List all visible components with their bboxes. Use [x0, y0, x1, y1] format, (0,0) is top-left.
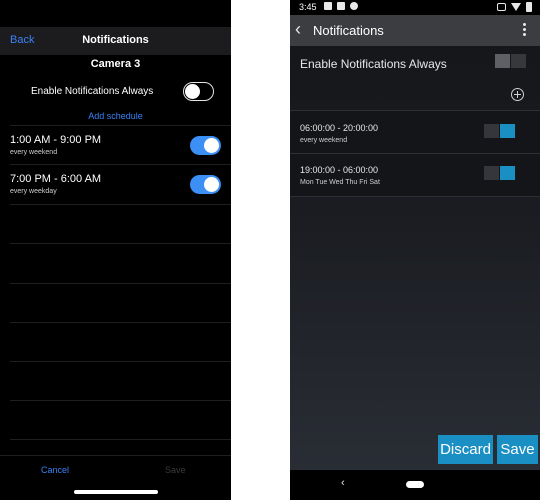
ios-toggle-knob	[185, 83, 200, 99]
row-divider	[10, 439, 231, 440]
ios-save-button[interactable]: Save	[165, 465, 186, 475]
android-navigation-bar: ‹	[290, 470, 540, 500]
toggle-segment	[495, 54, 510, 68]
status-bar: 3:45	[290, 0, 540, 15]
row-divider	[10, 204, 231, 205]
vibrate-icon	[497, 3, 506, 11]
ios-camera-name: Camera 3	[90, 58, 141, 70]
android-schedule-days: every weekend	[300, 137, 348, 144]
discard-button[interactable]: Discard	[438, 435, 493, 464]
save-button[interactable]: Save	[497, 435, 538, 464]
toggle-segment	[500, 124, 515, 138]
android-schedule-toggle[interactable]	[484, 166, 515, 180]
android-schedule-time: 19:00:00 - 06:00:00	[300, 165, 379, 175]
ios-schedule-toggle[interactable]	[190, 136, 221, 155]
android-notifications-screen: 3:45 ‹ Notifications Enable Notification…	[290, 0, 540, 500]
row-divider	[10, 243, 231, 244]
app-icon	[350, 2, 358, 10]
toggle-segment	[484, 166, 499, 180]
image-icon	[324, 2, 332, 10]
ios-toggle-knob	[204, 138, 219, 153]
android-schedule-time: 06:00:00 - 20:00:00	[300, 123, 379, 133]
ios-home-indicator[interactable]	[74, 490, 158, 494]
toggle-segment	[500, 166, 515, 180]
mail-icon	[337, 2, 345, 10]
status-system-icons	[497, 2, 532, 12]
wifi-icon	[511, 3, 521, 11]
row-divider	[10, 125, 231, 126]
ios-schedule-days: every weekend	[10, 149, 58, 156]
android-schedule-toggle[interactable]	[484, 124, 515, 138]
ios-toggle-knob	[204, 177, 219, 192]
row-divider	[10, 283, 231, 284]
battery-icon	[526, 2, 532, 12]
status-notification-icons	[324, 2, 358, 10]
nav-home-icon[interactable]	[406, 481, 424, 488]
more-vert-icon[interactable]	[523, 23, 526, 37]
android-schedule-days: Mon Tue Wed Thu Fri Sat	[300, 179, 380, 186]
ios-enable-always-label: Enable Notifications Always	[31, 86, 154, 97]
ios-schedule-time: 7:00 PM - 6:00 AM	[10, 173, 102, 185]
ios-notifications-screen: Back Notifications Camera 3 Enable Notif…	[0, 0, 231, 500]
android-enable-always-toggle[interactable]	[495, 54, 526, 68]
toggle-segment	[511, 54, 526, 68]
row-divider	[10, 164, 231, 165]
back-arrow-icon[interactable]: ‹	[295, 19, 301, 39]
ios-schedule-toggle[interactable]	[190, 175, 221, 194]
ios-footer-divider	[0, 455, 231, 456]
ios-schedule-time: 1:00 AM - 9:00 PM	[10, 134, 102, 146]
android-page-title: Notifications	[313, 23, 384, 38]
ios-cancel-button[interactable]: Cancel	[41, 465, 69, 475]
row-divider	[290, 196, 540, 197]
row-divider	[10, 400, 231, 401]
android-enable-always-label: Enable Notifications Always	[300, 57, 447, 71]
status-time: 3:45	[299, 2, 317, 12]
android-toolbar: ‹ Notifications	[290, 15, 540, 46]
nav-back-icon[interactable]: ‹	[341, 477, 345, 489]
ios-navigation-bar: Back Notifications	[0, 27, 231, 55]
row-divider	[10, 361, 231, 362]
ios-page-title: Notifications	[82, 34, 149, 46]
ios-add-schedule-link[interactable]: Add schedule	[0, 111, 231, 121]
android-schedule-row[interactable]: 06:00:00 - 20:00:00 every weekend	[290, 111, 540, 153]
ios-schedule-days: every weekday	[10, 188, 57, 195]
row-divider	[10, 322, 231, 323]
toggle-segment	[484, 124, 499, 138]
android-schedule-row[interactable]: 19:00:00 - 06:00:00 Mon Tue Wed Thu Fri …	[290, 154, 540, 196]
ios-enable-always-toggle[interactable]	[183, 82, 214, 101]
add-schedule-plus-icon[interactable]	[511, 88, 524, 101]
